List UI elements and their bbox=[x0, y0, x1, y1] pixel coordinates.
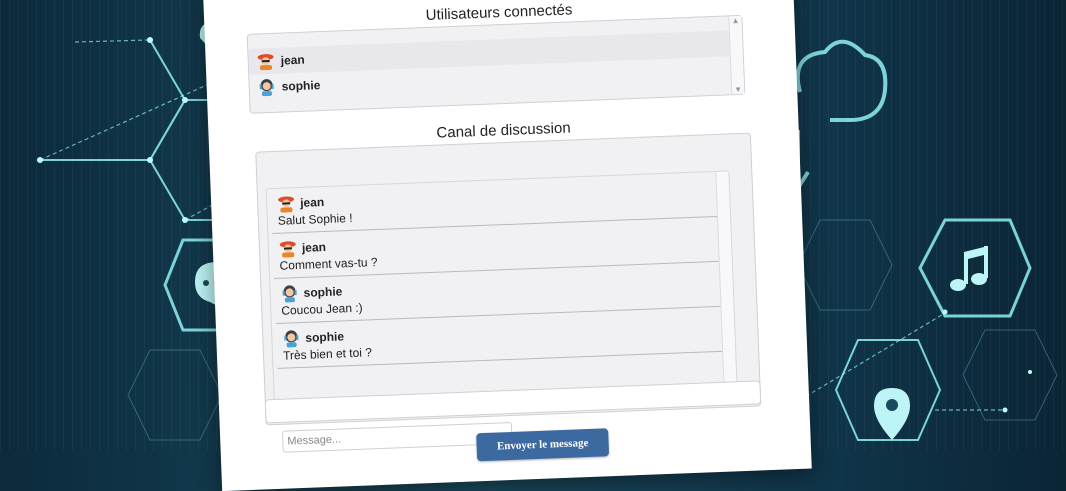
firefighter-avatar-icon bbox=[279, 239, 298, 258]
scroll-up-icon[interactable]: ▲ bbox=[731, 16, 739, 25]
chat-app-window: Utilisateurs connectés jean sophie ▲ ▼ C… bbox=[202, 0, 812, 491]
chat-channel-box: jean Salut Sophie ! jean Comment vas-tu … bbox=[255, 132, 762, 426]
message-author: sophie bbox=[305, 329, 345, 345]
firefighter-avatar-icon bbox=[256, 52, 275, 71]
headset-girl-avatar-icon bbox=[282, 329, 301, 348]
connected-users-list[interactable]: jean sophie ▲ ▼ bbox=[246, 14, 746, 114]
user-name: sophie bbox=[281, 78, 321, 94]
scroll-down-icon[interactable]: ▼ bbox=[734, 85, 742, 94]
map-pin-icon bbox=[874, 388, 910, 440]
headset-girl-avatar-icon bbox=[257, 78, 276, 97]
send-message-button[interactable]: Envoyer le message bbox=[476, 428, 610, 462]
message-list[interactable]: jean Salut Sophie ! jean Comment vas-tu … bbox=[265, 170, 738, 411]
music-note-icon bbox=[950, 246, 988, 291]
user-name: jean bbox=[280, 52, 305, 68]
users-scrollbar[interactable]: ▲ ▼ bbox=[728, 15, 745, 95]
message-author: jean bbox=[301, 239, 327, 255]
firefighter-avatar-icon bbox=[277, 194, 296, 213]
message-author: jean bbox=[299, 195, 325, 210]
message-author: sophie bbox=[303, 284, 343, 300]
headset-girl-avatar-icon bbox=[280, 284, 299, 303]
